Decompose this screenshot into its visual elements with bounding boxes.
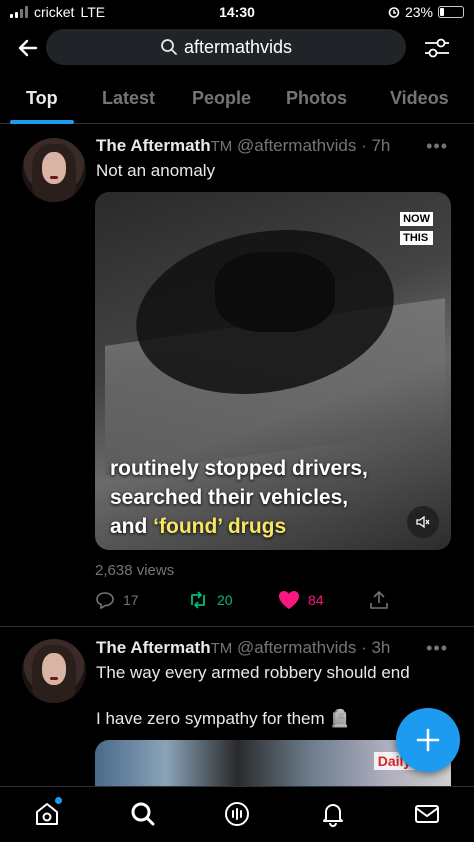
caption-prefix: and [110,515,154,538]
compose-tweet-button[interactable] [396,708,460,772]
search-query: aftermathvids [183,36,293,57]
author-handle[interactable]: @aftermathvids [237,638,356,657]
reply-count: 17 [123,592,139,608]
battery-fill [440,8,444,16]
bottom-navigation [0,786,474,842]
author-name[interactable]: The Aftermath [96,638,211,657]
share-icon [370,591,388,609]
tweet-time: · 7h [361,136,391,155]
avatar-face [42,653,66,685]
tab-photos[interactable]: Photos [286,88,347,109]
tab-videos[interactable]: Videos [390,88,449,109]
caption-line: routinely stopped drivers, [110,457,368,480]
tweet-actions: 17 20 84 [95,590,395,614]
avatar[interactable] [22,639,86,703]
more-icon[interactable]: ••• [426,136,448,157]
nowthis-logo-line2: THIS [400,231,433,245]
mail-icon [415,805,439,823]
bell-icon [323,804,343,827]
back-arrow-icon [18,39,38,57]
author-badge: TM [210,640,233,657]
search-header: aftermathvids [0,28,474,68]
like-button[interactable]: 84 [278,590,324,610]
battery-percent: 23% [404,4,433,20]
filter-icon [425,38,449,58]
author-handle[interactable]: @aftermathvids [237,136,356,155]
tweet-text: Not an anomaly [96,161,216,180]
tweet-header: The AftermathTM @aftermathvids · 7h [96,136,390,156]
retweet-icon [191,591,205,609]
search-tabs: Top Latest People Photos Videos [0,76,474,124]
nav-spaces[interactable] [222,799,252,829]
author-name[interactable]: The Aftermath [96,136,211,155]
tweet-header: The AftermathTM @aftermathvids · 3h [96,638,390,658]
video-caption: routinely stopped drivers, searched thei… [110,454,368,541]
tweet-time: · 3h [361,638,391,657]
caption-line: and ‘found’ drugs [110,512,368,541]
plus-icon [416,728,440,752]
tweet[interactable]: The AftermathTM @aftermathvids · 7h ••• … [0,124,474,624]
avatar-face [42,152,66,184]
search-input[interactable]: aftermathvids [46,29,406,65]
nav-home[interactable] [32,797,62,829]
nav-messages[interactable] [412,799,442,829]
reply-button[interactable]: 17 [95,590,139,610]
tweet-text: The way every armed robbery should end [96,663,410,682]
tweet-video[interactable]: NOW THIS routinely stopped drivers, sear… [95,192,451,550]
status-bar: cricket LTE 14:30 23% [0,0,474,26]
mute-icon [416,515,430,529]
search-filter-button[interactable] [422,34,452,62]
tab-people[interactable]: People [192,88,251,109]
author-badge: TM [210,138,233,155]
reply-icon [96,592,114,610]
like-count: 84 [308,592,324,608]
tweet-text: I have zero sympathy for them 🪦 [96,709,351,728]
caption-highlight: ‘found’ drugs [153,515,287,538]
avatar[interactable] [22,138,86,202]
tab-top[interactable]: Top [26,88,58,109]
notification-dot [55,797,62,804]
explore-icon [131,802,155,826]
retweet-count: 20 [217,592,233,608]
nav-explore[interactable] [128,799,158,829]
nav-notifications[interactable] [318,799,348,829]
nowthis-logo: NOW THIS [400,212,433,245]
video-frame-shape [215,252,335,332]
caption-line: searched their vehicles, [110,486,349,509]
status-right: 23% [388,4,464,20]
spaces-icon [225,802,249,826]
mute-button[interactable] [407,506,439,538]
back-button[interactable] [14,34,42,62]
nowthis-logo-line1: NOW [400,212,433,226]
battery-icon [438,6,464,18]
tab-latest[interactable]: Latest [102,88,155,109]
retweet-button[interactable]: 20 [187,590,233,610]
view-count: 2,638 views [95,562,175,579]
avatar-lips [50,176,58,179]
share-button[interactable] [369,590,389,610]
more-icon[interactable]: ••• [426,638,448,659]
alarm-icon [388,7,400,18]
search-icon [161,39,177,55]
heart-icon [279,591,299,609]
avatar-lips [50,677,58,680]
